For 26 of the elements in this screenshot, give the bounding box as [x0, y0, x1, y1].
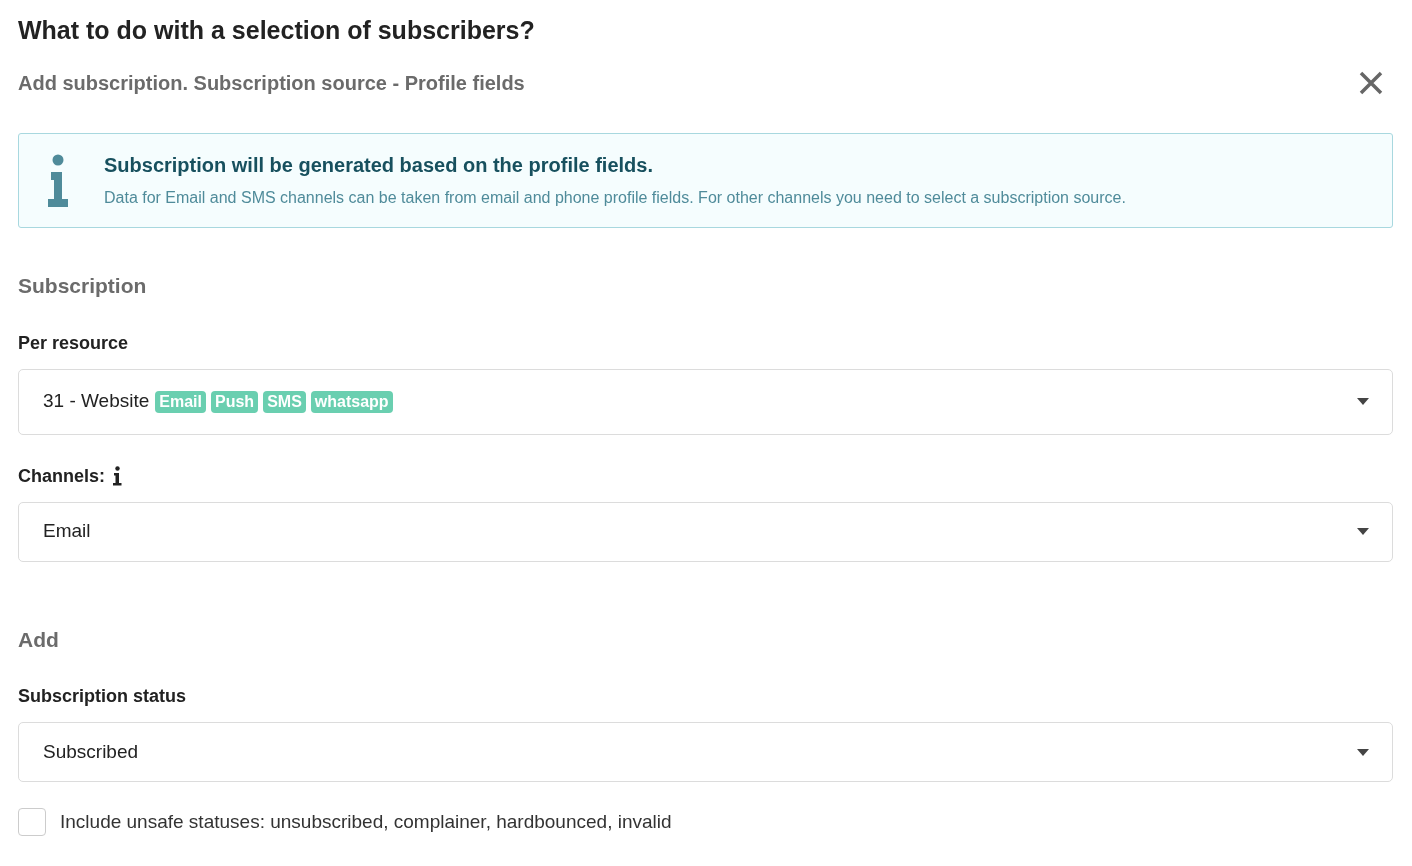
select-value: Email — [43, 519, 91, 544]
select-field[interactable]: Email — [18, 501, 1393, 562]
section-heading: Add — [18, 626, 59, 653]
channel-tag: Email — [155, 390, 206, 413]
caret-icon — [1357, 398, 1369, 405]
info-heading: Subscription will be generated based on the profile fields. — [104, 153, 653, 178]
field-label: Subscription status — [18, 685, 187, 708]
caret-icon — [1357, 528, 1369, 535]
select-value: 31 - Website — [43, 389, 150, 414]
checkbox[interactable] — [18, 808, 46, 837]
section-heading: Subscription — [18, 273, 147, 299]
info-text: Data for Email and SMS channels can be taken from email and phone profile fields. For other channels you need to select a subscription source. — [104, 188, 1126, 208]
select-field[interactable]: 31 - Website Email Push SMS whatsapp — [18, 368, 1393, 435]
dialog-title: What to do with a selection of subscribers? — [18, 15, 535, 46]
checkbox-label: Include unsafe statuses: unsubscribed, complainer, hardbounced, invalid — [60, 810, 672, 834]
field-label: Per resource — [18, 331, 129, 355]
select-value: Subscribed — [43, 739, 139, 764]
info-icon — [45, 154, 71, 210]
dialog-subtitle: Add subscription. Subscription source - Profile fields — [18, 71, 525, 96]
info-icon[interactable] — [113, 466, 122, 486]
field-label: Channels: — [18, 464, 105, 488]
channel-tag: SMS — [263, 390, 306, 413]
caret-icon — [1357, 748, 1369, 756]
channel-tag: Push — [211, 390, 259, 413]
select-field[interactable]: Subscribed — [18, 722, 1393, 782]
channel-tag: whatsapp — [310, 390, 393, 413]
